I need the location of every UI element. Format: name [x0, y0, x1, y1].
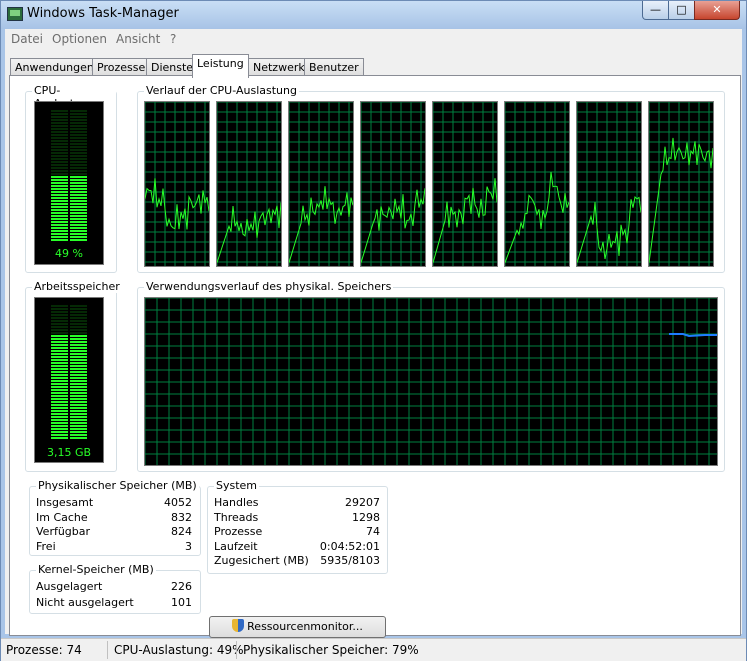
cpu-core-plot	[217, 102, 281, 266]
row-value: 0:04:52:01	[319, 540, 380, 553]
row-value: 4052	[164, 496, 192, 509]
memory-group: Arbeitsspeicher 3,15 GB	[25, 280, 122, 472]
cpu-core-graph	[648, 101, 714, 267]
memory-history-group: Verwendungsverlauf des physikal. Speiche…	[137, 280, 725, 472]
menu-datei[interactable]: Datei	[11, 32, 43, 46]
row-value: 3	[185, 540, 192, 553]
cpu-core-graph	[360, 101, 426, 267]
menu-bar: Datei Optionen Ansicht ?	[5, 29, 742, 49]
row-key: Nicht ausgelagert	[36, 596, 134, 609]
cpu-core-graph	[216, 101, 282, 267]
cpu-meter-bars	[51, 110, 87, 241]
resource-monitor-button[interactable]: Ressourcenmonitor...	[209, 616, 386, 638]
minimize-button[interactable]: —	[642, 1, 669, 20]
row-value: 5935/8103	[320, 554, 380, 567]
system-row: Handles 29207	[214, 496, 380, 510]
system-group: System Handles 29207 Threads 1298 Prozesse…	[207, 479, 388, 574]
row-key: Ausgelagert	[36, 580, 103, 593]
window-title: Windows Task-Manager	[27, 6, 179, 21]
kernel-memory-row: Nicht ausgelagert 101	[36, 596, 192, 610]
memory-meter-bars	[51, 305, 87, 439]
row-key: Laufzeit	[214, 540, 258, 553]
menu-help[interactable]: ?	[170, 32, 176, 46]
performance-panel: CPU-Auslastung 49 % Verlauf der CPU-Ausl…	[9, 75, 741, 638]
memory-label: Arbeitsspeicher	[32, 280, 122, 293]
physical-memory-group: Physikalischer Speicher (MB) Insgesamt 40…	[29, 479, 201, 556]
system-row: Zugesichert (MB) 5935/8103	[214, 554, 380, 568]
cpu-usage-group: CPU-Auslastung 49 %	[25, 84, 117, 273]
cpu-core-plot	[649, 102, 713, 266]
cpu-usage-value: 49 %	[55, 247, 83, 260]
system-row: Threads 1298	[214, 511, 380, 525]
cpu-core-graph	[504, 101, 570, 267]
memory-meter: 3,15 GB	[34, 297, 104, 463]
memory-history-label: Verwendungsverlauf des physikal. Speiche…	[144, 280, 394, 293]
cpu-usage-meter: 49 %	[34, 101, 104, 265]
status-cpu: CPU-Auslastung: 49%	[114, 643, 244, 657]
row-value: 74	[366, 525, 380, 538]
cpu-core-graph	[144, 101, 210, 267]
row-value: 226	[171, 580, 192, 593]
task-manager-window: Windows Task-Manager — □ ✕ Datei Optione…	[0, 0, 747, 661]
row-key: Prozesse	[214, 525, 263, 538]
cpu-core-plot	[361, 102, 425, 266]
physical-memory-row: Verfügbar 824	[36, 525, 192, 539]
tab-leistung[interactable]: Leistung	[192, 54, 249, 78]
row-key: Verfügbar	[36, 525, 91, 538]
memory-history-plot	[145, 298, 717, 465]
status-separator	[107, 641, 108, 659]
physical-memory-row: Im Cache 832	[36, 511, 192, 525]
cpu-core-graph	[288, 101, 354, 267]
memory-value: 3,15 GB	[46, 446, 92, 459]
system-row: Prozesse 74	[214, 525, 380, 539]
kernel-memory-label: Kernel-Speicher (MB)	[36, 563, 156, 576]
cpu-core-plot	[145, 102, 209, 266]
row-key: Insgesamt	[36, 496, 94, 509]
uac-shield-icon	[232, 619, 245, 632]
menu-optionen[interactable]: Optionen	[52, 32, 107, 46]
row-key: Frei	[36, 540, 56, 553]
row-value: 101	[171, 596, 192, 609]
cpu-core-plot	[433, 102, 497, 266]
row-value: 29207	[345, 496, 380, 509]
cpu-core-plot	[577, 102, 641, 266]
menu-ansicht[interactable]: Ansicht	[116, 32, 160, 46]
cpu-core-plot	[505, 102, 569, 266]
physical-memory-label: Physikalischer Speicher (MB)	[36, 479, 199, 492]
cpu-history-label: Verlauf der CPU-Auslastung	[144, 84, 299, 97]
cpu-core-plot	[289, 102, 353, 266]
title-bar[interactable]: Windows Task-Manager — □ ✕	[1, 1, 746, 29]
row-value: 824	[171, 525, 192, 538]
client-area: Anwendungen Prozesse Dienste Leistung Ne…	[5, 49, 742, 638]
memory-history-graph	[144, 297, 718, 466]
kernel-memory-group: Kernel-Speicher (MB) Ausgelagert 226 Nich…	[29, 563, 201, 614]
row-key: Threads	[214, 511, 259, 524]
task-manager-icon	[7, 7, 23, 21]
kernel-memory-row: Ausgelagert 226	[36, 580, 192, 594]
row-value: 832	[171, 511, 192, 524]
row-key: Zugesichert (MB)	[214, 554, 309, 567]
cpu-history-group: Verlauf der CPU-Auslastung	[137, 84, 725, 273]
status-bar: Prozesse: 74 CPU-Auslastung: 49% Physika…	[1, 638, 746, 661]
status-separator	[236, 641, 237, 659]
physical-memory-row: Frei 3	[36, 540, 192, 554]
system-row: Laufzeit 0:04:52:01	[214, 540, 380, 554]
cpu-core-graph	[432, 101, 498, 267]
row-value: 1298	[352, 511, 380, 524]
system-label: System	[214, 479, 260, 492]
row-key: Im Cache	[36, 511, 88, 524]
physical-memory-row: Insgesamt 4052	[36, 496, 192, 510]
status-memory: Physikalischer Speicher: 79%	[243, 643, 419, 657]
close-button[interactable]: ✕	[694, 1, 740, 20]
status-processes: Prozesse: 74	[6, 643, 82, 657]
row-key: Handles	[214, 496, 259, 509]
maximize-button[interactable]: □	[668, 1, 695, 20]
cpu-core-graph	[576, 101, 642, 267]
resource-monitor-label: Ressourcenmonitor...	[247, 620, 363, 633]
